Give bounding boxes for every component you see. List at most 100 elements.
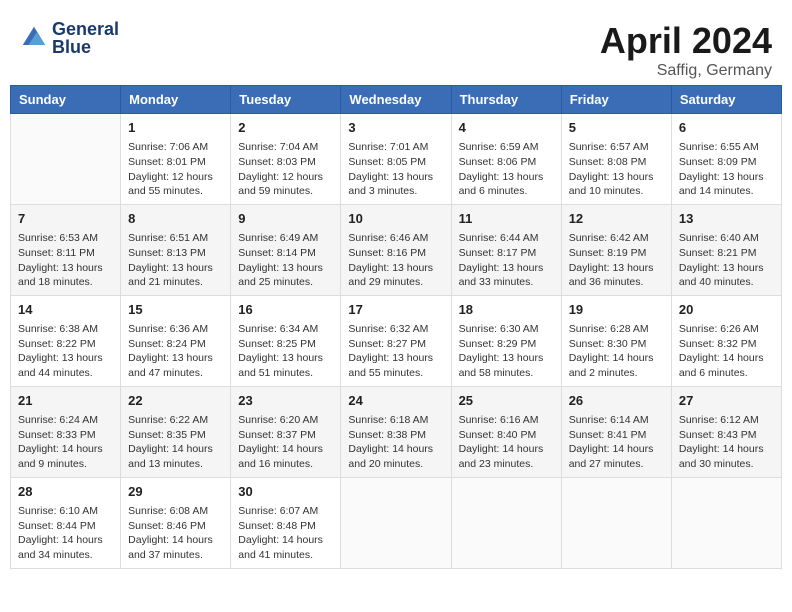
day-number: 10 bbox=[348, 210, 443, 228]
calendar-week-row: 14 Sunrise: 6:38 AMSunset: 8:22 PMDayligh… bbox=[11, 295, 782, 386]
day-info: Sunrise: 6:18 AMSunset: 8:38 PMDaylight:… bbox=[348, 413, 443, 472]
day-info: Sunrise: 6:14 AMSunset: 8:41 PMDaylight:… bbox=[569, 413, 664, 472]
day-number: 8 bbox=[128, 210, 223, 228]
page-header: General Blue April 2024 Saffig, Germany bbox=[10, 10, 782, 85]
day-info: Sunrise: 6:53 AMSunset: 8:11 PMDaylight:… bbox=[18, 231, 113, 290]
day-number: 24 bbox=[348, 392, 443, 410]
calendar-cell: 4 Sunrise: 6:59 AMSunset: 8:06 PMDaylight… bbox=[451, 114, 561, 205]
day-info: Sunrise: 6:59 AMSunset: 8:06 PMDaylight:… bbox=[459, 140, 554, 199]
day-info: Sunrise: 6:24 AMSunset: 8:33 PMDaylight:… bbox=[18, 413, 113, 472]
day-number: 13 bbox=[679, 210, 774, 228]
day-number: 28 bbox=[18, 483, 113, 501]
day-info: Sunrise: 6:32 AMSunset: 8:27 PMDaylight:… bbox=[348, 322, 443, 381]
logo-text: General Blue bbox=[52, 20, 119, 56]
calendar-cell: 12Sunrise: 6:42 AMSunset: 8:19 PMDayligh… bbox=[561, 204, 671, 295]
calendar-cell: 22 Sunrise: 6:22 AMSunset: 8:35 PMDayligh… bbox=[121, 386, 231, 477]
calendar-cell bbox=[341, 477, 451, 568]
calendar-week-row: 1Sunrise: 7:06 AMSunset: 8:01 PMDaylight… bbox=[11, 114, 782, 205]
calendar-cell: 7 Sunrise: 6:53 AMSunset: 8:11 PMDaylight… bbox=[11, 204, 121, 295]
calendar-cell: 11 Sunrise: 6:44 AMSunset: 8:17 PMDayligh… bbox=[451, 204, 561, 295]
day-number: 26 bbox=[569, 392, 664, 410]
weekday-header-row: SundayMondayTuesdayWednesdayThursdayFrid… bbox=[11, 86, 782, 114]
day-info: Sunrise: 6:22 AMSunset: 8:35 PMDaylight:… bbox=[128, 413, 223, 472]
calendar-cell: 24 Sunrise: 6:18 AMSunset: 8:38 PMDayligh… bbox=[341, 386, 451, 477]
day-number: 11 bbox=[459, 210, 554, 228]
calendar-cell: 19Sunrise: 6:28 AMSunset: 8:30 PMDayligh… bbox=[561, 295, 671, 386]
calendar-cell: 5Sunrise: 6:57 AMSunset: 8:08 PMDaylight… bbox=[561, 114, 671, 205]
day-info: Sunrise: 6:49 AMSunset: 8:14 PMDaylight:… bbox=[238, 231, 333, 290]
location: Saffig, Germany bbox=[600, 62, 772, 80]
calendar-cell: 10 Sunrise: 6:46 AMSunset: 8:16 PMDayligh… bbox=[341, 204, 451, 295]
day-number: 16 bbox=[238, 301, 333, 319]
day-info: Sunrise: 6:55 AMSunset: 8:09 PMDaylight:… bbox=[679, 140, 774, 199]
calendar-cell: 30 Sunrise: 6:07 AMSunset: 8:48 PMDayligh… bbox=[231, 477, 341, 568]
day-info: Sunrise: 6:51 AMSunset: 8:13 PMDaylight:… bbox=[128, 231, 223, 290]
day-number: 3 bbox=[348, 119, 443, 137]
calendar-cell: 1Sunrise: 7:06 AMSunset: 8:01 PMDaylight… bbox=[121, 114, 231, 205]
weekday-header: Wednesday bbox=[341, 86, 451, 114]
calendar-cell: 17Sunrise: 6:32 AMSunset: 8:27 PMDayligh… bbox=[341, 295, 451, 386]
calendar-cell: 2 Sunrise: 7:04 AMSunset: 8:03 PMDaylight… bbox=[231, 114, 341, 205]
calendar-cell: 25Sunrise: 6:16 AMSunset: 8:40 PMDayligh… bbox=[451, 386, 561, 477]
weekday-header: Tuesday bbox=[231, 86, 341, 114]
day-info: Sunrise: 6:44 AMSunset: 8:17 PMDaylight:… bbox=[459, 231, 554, 290]
calendar-cell: 26 Sunrise: 6:14 AMSunset: 8:41 PMDayligh… bbox=[561, 386, 671, 477]
day-info: Sunrise: 6:38 AMSunset: 8:22 PMDaylight:… bbox=[18, 322, 113, 381]
calendar-cell bbox=[561, 477, 671, 568]
calendar-cell: 15Sunrise: 6:36 AMSunset: 8:24 PMDayligh… bbox=[121, 295, 231, 386]
day-number: 14 bbox=[18, 301, 113, 319]
day-number: 19 bbox=[569, 301, 664, 319]
month-year: April 2024 bbox=[600, 20, 772, 62]
logo: General Blue bbox=[20, 20, 119, 56]
day-number: 1 bbox=[128, 119, 223, 137]
day-number: 22 bbox=[128, 392, 223, 410]
day-info: Sunrise: 7:01 AMSunset: 8:05 PMDaylight:… bbox=[348, 140, 443, 199]
day-info: Sunrise: 6:08 AMSunset: 8:46 PMDaylight:… bbox=[128, 504, 223, 563]
day-info: Sunrise: 6:42 AMSunset: 8:19 PMDaylight:… bbox=[569, 231, 664, 290]
day-number: 4 bbox=[459, 119, 554, 137]
day-number: 7 bbox=[18, 210, 113, 228]
day-number: 6 bbox=[679, 119, 774, 137]
day-info: Sunrise: 6:12 AMSunset: 8:43 PMDaylight:… bbox=[679, 413, 774, 472]
weekday-header: Friday bbox=[561, 86, 671, 114]
day-info: Sunrise: 6:36 AMSunset: 8:24 PMDaylight:… bbox=[128, 322, 223, 381]
day-info: Sunrise: 6:10 AMSunset: 8:44 PMDaylight:… bbox=[18, 504, 113, 563]
calendar-cell: 20 Sunrise: 6:26 AMSunset: 8:32 PMDayligh… bbox=[671, 295, 781, 386]
logo-icon bbox=[20, 24, 48, 52]
day-info: Sunrise: 6:30 AMSunset: 8:29 PMDaylight:… bbox=[459, 322, 554, 381]
calendar-cell bbox=[671, 477, 781, 568]
day-info: Sunrise: 7:04 AMSunset: 8:03 PMDaylight:… bbox=[238, 140, 333, 199]
calendar-cell bbox=[11, 114, 121, 205]
calendar-cell: 13 Sunrise: 6:40 AMSunset: 8:21 PMDayligh… bbox=[671, 204, 781, 295]
calendar-cell: 27 Sunrise: 6:12 AMSunset: 8:43 PMDayligh… bbox=[671, 386, 781, 477]
calendar-cell: 9Sunrise: 6:49 AMSunset: 8:14 PMDaylight… bbox=[231, 204, 341, 295]
day-info: Sunrise: 6:46 AMSunset: 8:16 PMDaylight:… bbox=[348, 231, 443, 290]
calendar-week-row: 21 Sunrise: 6:24 AMSunset: 8:33 PMDayligh… bbox=[11, 386, 782, 477]
calendar-cell: 6 Sunrise: 6:55 AMSunset: 8:09 PMDaylight… bbox=[671, 114, 781, 205]
weekday-header: Monday bbox=[121, 86, 231, 114]
day-info: Sunrise: 6:26 AMSunset: 8:32 PMDaylight:… bbox=[679, 322, 774, 381]
day-number: 27 bbox=[679, 392, 774, 410]
day-number: 2 bbox=[238, 119, 333, 137]
calendar-cell: 18 Sunrise: 6:30 AMSunset: 8:29 PMDayligh… bbox=[451, 295, 561, 386]
day-info: Sunrise: 6:20 AMSunset: 8:37 PMDaylight:… bbox=[238, 413, 333, 472]
day-info: Sunrise: 6:57 AMSunset: 8:08 PMDaylight:… bbox=[569, 140, 664, 199]
weekday-header: Sunday bbox=[11, 86, 121, 114]
day-number: 18 bbox=[459, 301, 554, 319]
logo-line1: General bbox=[52, 20, 119, 38]
calendar-cell: 23Sunrise: 6:20 AMSunset: 8:37 PMDayligh… bbox=[231, 386, 341, 477]
calendar-cell bbox=[451, 477, 561, 568]
day-number: 30 bbox=[238, 483, 333, 501]
day-info: Sunrise: 6:07 AMSunset: 8:48 PMDaylight:… bbox=[238, 504, 333, 563]
day-number: 21 bbox=[18, 392, 113, 410]
day-info: Sunrise: 6:34 AMSunset: 8:25 PMDaylight:… bbox=[238, 322, 333, 381]
calendar-week-row: 28 Sunrise: 6:10 AMSunset: 8:44 PMDayligh… bbox=[11, 477, 782, 568]
logo-line2: Blue bbox=[52, 38, 119, 56]
calendar-cell: 16 Sunrise: 6:34 AMSunset: 8:25 PMDayligh… bbox=[231, 295, 341, 386]
calendar-cell: 14 Sunrise: 6:38 AMSunset: 8:22 PMDayligh… bbox=[11, 295, 121, 386]
day-number: 20 bbox=[679, 301, 774, 319]
calendar-cell: 28 Sunrise: 6:10 AMSunset: 8:44 PMDayligh… bbox=[11, 477, 121, 568]
day-info: Sunrise: 6:40 AMSunset: 8:21 PMDaylight:… bbox=[679, 231, 774, 290]
calendar-cell: 21 Sunrise: 6:24 AMSunset: 8:33 PMDayligh… bbox=[11, 386, 121, 477]
day-number: 25 bbox=[459, 392, 554, 410]
